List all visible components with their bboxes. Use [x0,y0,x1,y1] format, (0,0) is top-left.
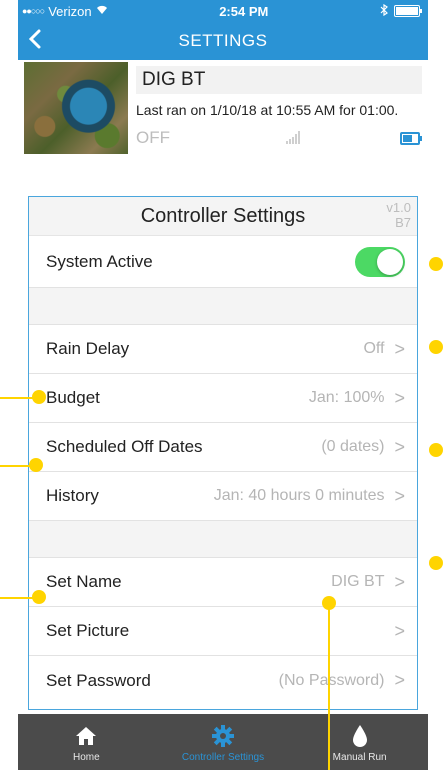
water-drop-icon [352,722,368,750]
chevron-right-icon: > [394,485,405,506]
row-value: (No Password) [278,671,385,689]
callout-line-password [0,597,36,599]
callout-line-budget [0,397,36,399]
callout-dot-set-name [429,556,443,570]
row-label: History [46,486,99,505]
back-chevron-icon[interactable] [28,26,42,57]
phone-screen: ●●○○○ Verizon 2:54 PM SETTINGS DIG BT La… [18,0,428,770]
chevron-right-icon: > [394,620,405,641]
page-title: SETTINGS [178,31,268,50]
tab-manual-run[interactable]: Manual Run [300,722,420,763]
tab-label: Controller Settings [181,751,265,763]
controller-settings-panel: Controller Settings v1.0 B7 System Activ… [28,196,418,710]
device-state: OFF [136,128,170,147]
row-value: Jan: 100% [308,389,385,406]
gear-icon [211,722,235,750]
row-history[interactable]: History Jan: 40 hours 0 minutes > [29,472,417,521]
callout-line-history [0,465,30,467]
tab-home[interactable]: Home [26,722,146,763]
callout-dot-budget [32,390,46,404]
row-label: Set Password [46,670,151,690]
nav-bar: SETTINGS [18,22,428,60]
row-value: (0 dates) [321,438,385,455]
chevron-right-icon: > [394,436,405,457]
row-set-password[interactable]: Set Password (No Password) > [29,656,417,705]
row-set-picture[interactable]: Set Picture > [29,607,417,656]
controller-photo [24,62,128,154]
tab-label: Home [72,751,100,763]
row-scheduled-off-dates[interactable]: Scheduled Off Dates (0 dates) > [29,423,417,472]
carrier-name: Verizon [48,3,92,19]
section-spacer [29,521,417,558]
row-value: Jan: 40 hours 0 minutes [213,487,385,504]
row-label: Set Name [46,572,122,591]
last-ran-text: Last ran on 1/10/18 at 10:55 AM for 01:0… [136,102,399,118]
row-value: DIG BT [331,573,385,590]
battery-icon [393,5,422,17]
tab-controller-settings[interactable]: Controller Settings [163,722,283,763]
row-value: Off [363,340,385,357]
panel-title: Controller Settings [140,205,306,227]
callout-dot-toggle [429,257,443,271]
row-set-name[interactable]: Set Name DIG BT > [29,558,417,607]
device-summary: DIG BT Last ran on 1/10/18 at 10:55 AM f… [18,60,428,178]
row-label: System Active [46,251,153,271]
callout-dot-bottom [322,596,336,610]
row-label: Budget [46,388,100,407]
wifi-icon [96,4,108,18]
device-name: DIG BT [136,66,422,94]
status-bar: ●●○○○ Verizon 2:54 PM [18,0,428,22]
chevron-right-icon: > [394,670,405,690]
callout-dot-scheduled-off [429,443,443,457]
tab-bar: Home Controller Settings Manual Run [18,714,428,770]
callout-dot-history [29,458,43,472]
home-icon [75,722,97,750]
chevron-right-icon: > [394,387,405,408]
callout-line-tabbar [328,602,330,770]
panel-header: Controller Settings v1.0 B7 [29,197,417,236]
signal-dots-icon: ●●○○○ [22,6,45,16]
row-rain-delay[interactable]: Rain Delay Off > [29,325,417,374]
chevron-right-icon: > [394,571,405,592]
row-label: Rain Delay [46,339,130,358]
section-spacer [29,288,417,325]
clock: 2:54 PM [219,3,269,19]
row-label: Scheduled Off Dates [46,437,203,456]
row-system-active: System Active [29,236,417,288]
row-budget[interactable]: Budget Jan: 100% > [29,374,417,423]
callout-dot-password [32,590,46,604]
callout-dot-rain-delay [429,340,443,354]
device-battery-icon [400,132,422,145]
version-label: v1.0 B7 [386,200,411,230]
row-label: Set Picture [46,621,130,640]
chevron-right-icon: > [394,338,405,359]
signal-strength-icon [286,130,300,144]
system-active-toggle[interactable] [355,246,405,277]
bluetooth-icon [380,3,388,19]
tab-label: Manual Run [332,751,387,763]
